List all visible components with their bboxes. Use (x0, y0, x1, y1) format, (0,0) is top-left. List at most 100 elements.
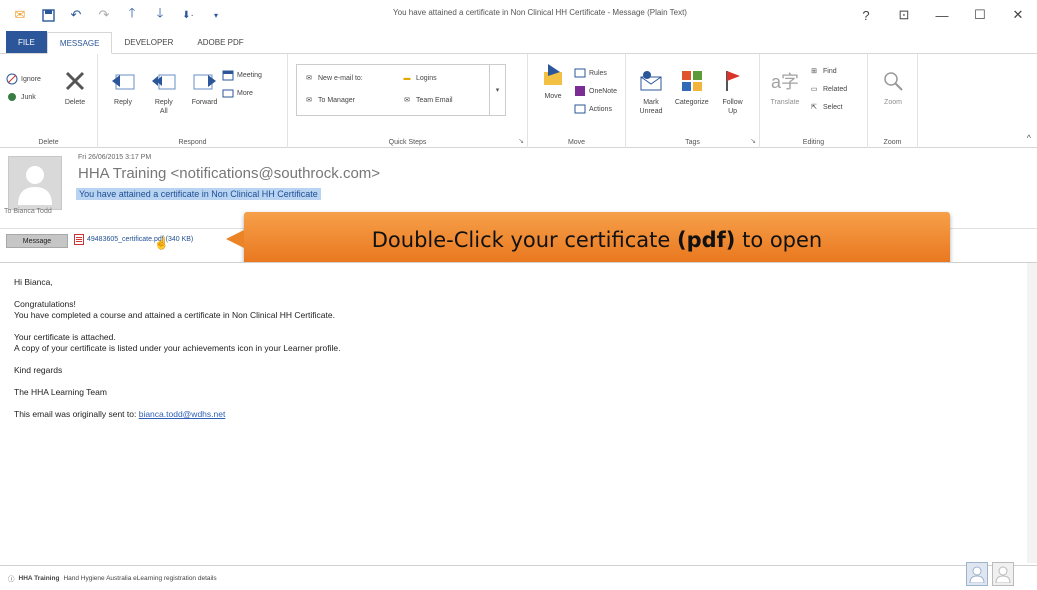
quick-steps-group-label: Quick Steps (388, 139, 427, 146)
cursor-icon: ☝ (154, 236, 169, 250)
quick-steps-more-button[interactable]: ▾ (489, 65, 505, 115)
callout-text-end: to open (735, 227, 823, 252)
window-controls: ? ⊡ — ☐ ✕ (847, 0, 1037, 30)
help-button[interactable]: ? (847, 0, 885, 30)
rules-button[interactable]: Rules (574, 64, 617, 82)
minimize-button[interactable]: — (923, 0, 961, 30)
categorize-label: Categorize (674, 99, 709, 106)
categorize-icon (677, 66, 707, 96)
move-label: Move (544, 93, 562, 100)
people-pane-avatar-2[interactable] (992, 562, 1014, 586)
quick-steps-launcher-icon[interactable]: ↘ (518, 137, 524, 145)
meeting-button[interactable]: Meeting (222, 66, 262, 84)
paragraph-congratulations: Congratulations! You have completed a cou… (14, 299, 340, 321)
mark-unread-button[interactable]: Mark Unread (632, 66, 670, 116)
onenote-icon (574, 85, 586, 97)
ribbon: Ignore Junk Delete Delete Reply Reply Al… (0, 54, 1037, 148)
undo-icon[interactable]: ↶ (68, 7, 84, 23)
delete-group: Ignore Junk Delete Delete (0, 54, 98, 148)
next-item-icon[interactable]: 🡓 (152, 5, 168, 23)
callout-text-start: Double-Click your certificate (371, 227, 677, 252)
junk-label: Junk (21, 93, 36, 101)
quickstep-logins-label: Logins (416, 74, 437, 82)
previous-item-icon[interactable]: 🡑 (124, 5, 140, 23)
follow-up-button[interactable]: Follow Up (714, 66, 752, 116)
quick-access-toolbar: ✉ ↶ ↷ 🡑 🡓 ⬇· ▾ (0, 0, 224, 30)
follow-up-label: Follow Up (722, 99, 743, 115)
close-button[interactable]: ✕ (999, 0, 1037, 30)
zoom-group-label: Zoom (883, 139, 902, 146)
ribbon-display-button[interactable]: ⊡ (885, 0, 923, 30)
redo-icon[interactable]: ↷ (96, 7, 112, 23)
translate-icon: a字 (770, 72, 799, 92)
quickstep-new-email[interactable]: ✉ New e-mail to: (303, 69, 401, 87)
email-link[interactable]: bianca.todd@wdhs.net (139, 409, 226, 419)
ignore-button[interactable]: Ignore (6, 70, 41, 88)
rules-icon (574, 67, 586, 79)
quickstep-to-manager-label: To Manager (318, 96, 355, 104)
translate-label: Translate (770, 99, 800, 106)
maximize-button[interactable]: ☐ (961, 0, 999, 30)
ignore-icon (6, 73, 18, 85)
quickstep-to-manager[interactable]: ✉ To Manager (303, 91, 401, 109)
select-button[interactable]: ⇱ Select (808, 98, 847, 116)
reply-button[interactable]: Reply (104, 66, 142, 107)
message-recipient[interactable]: To Bianca Todd (4, 208, 52, 215)
categorize-button[interactable]: Categorize (673, 66, 711, 107)
reply-all-button[interactable]: Reply All (145, 66, 183, 116)
save-icon[interactable] (40, 7, 56, 23)
greeting: Hi Bianca, (14, 277, 53, 287)
related-button[interactable]: ▭ Related (808, 80, 847, 98)
paragraph-certificate: Your certificate is attached. A copy of y… (14, 332, 340, 354)
message-body: Hi Bianca, Congratulations! You have comp… (0, 262, 1037, 563)
zoom-group: Zoom Zoom (868, 54, 918, 148)
people-pane-avatar[interactable] (966, 562, 988, 586)
tab-developer[interactable]: DEVELOPER (112, 31, 185, 53)
body-scrollbar[interactable] (1027, 263, 1037, 563)
reply-icon (108, 66, 138, 96)
instruction-callout: Double-Click your certificate (pdf) to o… (226, 212, 950, 267)
more-commands-icon[interactable]: ⬇· (180, 7, 196, 23)
people-pane-text: Hand Hygiene Australia eLearning registr… (63, 574, 217, 582)
magnifier-icon (878, 66, 908, 96)
move-button[interactable]: Move (534, 60, 572, 101)
quick-steps-group: ✉ New e-mail to: ▬ Logins ✉ To Manager ✉ Tea… (288, 54, 528, 148)
tags-launcher-icon[interactable]: ↘ (750, 137, 756, 145)
zoom-button[interactable]: Zoom (874, 66, 912, 107)
ignore-label: Ignore (21, 75, 41, 83)
forward-label: Forward (191, 99, 218, 106)
callout-text: Double-Click your certificate (pdf) to o… (372, 228, 823, 252)
translate-button[interactable]: a字 Translate (766, 66, 804, 107)
folder-icon: ▬ (403, 74, 411, 82)
message-subject: You have attained a certificate in Non C… (76, 188, 321, 200)
actions-button[interactable]: Actions (574, 100, 617, 118)
related-icon: ▭ (810, 86, 818, 93)
tab-message[interactable]: MESSAGE (46, 32, 113, 54)
envelope-icon: ✉ (306, 75, 312, 82)
tab-adobe-pdf[interactable]: ADOBE PDF (185, 31, 255, 53)
more-respond-button[interactable]: More (222, 84, 262, 102)
move-icon (538, 60, 568, 90)
forward-mail-icon: ✉ (306, 97, 312, 104)
junk-button[interactable]: Junk (6, 88, 41, 106)
mark-unread-label: Mark Unread (639, 99, 663, 115)
customize-qat-icon[interactable]: ▾ (208, 7, 224, 23)
actions-icon (574, 103, 586, 115)
tab-file[interactable]: FILE (6, 31, 47, 53)
message-sender[interactable]: HHA Training <notifications@southrock.co… (78, 165, 380, 182)
forward-icon (190, 66, 220, 96)
message-tab[interactable]: Message (6, 234, 68, 248)
onenote-button[interactable]: OneNote (574, 82, 617, 100)
delete-button[interactable]: Delete (56, 66, 94, 107)
callout-text-bold: (pdf) (677, 227, 736, 252)
collapse-ribbon-icon[interactable]: ^ (1027, 133, 1031, 143)
quickstep-team-email[interactable]: ✉ Team Email (401, 91, 499, 109)
people-pane-name[interactable]: HHA Training (19, 575, 60, 582)
forward-button[interactable]: Forward (186, 66, 224, 107)
delete-group-label: Delete (38, 139, 59, 146)
actions-label: Actions (589, 105, 612, 113)
quickstep-logins[interactable]: ▬ Logins (401, 69, 499, 87)
attachment-file[interactable]: 49483605_certificate.pdf (340 KB) ☝ (74, 234, 193, 250)
find-button[interactable]: ⊞ Find (808, 62, 847, 80)
sent-to-label: This email was originally sent to: (14, 409, 139, 419)
